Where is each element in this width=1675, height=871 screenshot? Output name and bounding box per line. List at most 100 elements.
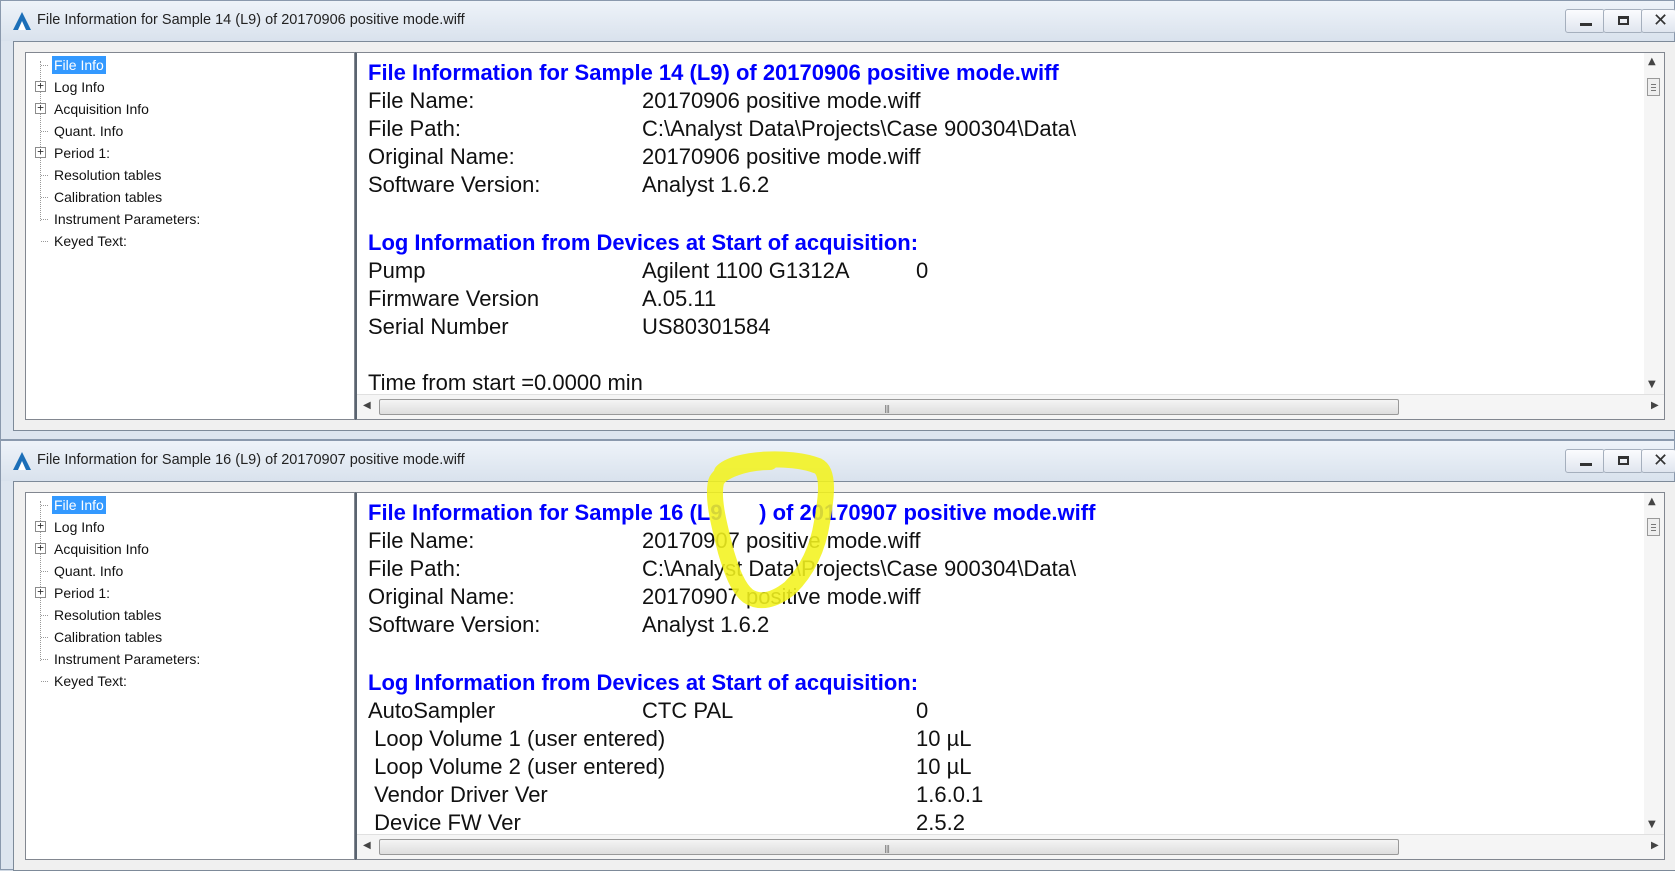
tree-item-period-1[interactable]: + Period 1: [26, 143, 354, 163]
title-bar[interactable]: File Information for Sample 16 (L9) of 2… [1, 441, 1675, 481]
expand-plus-icon[interactable]: + [35, 586, 46, 598]
field-label: File Path: [368, 556, 461, 581]
scroll-right-icon[interactable]: ▶ [1651, 400, 1659, 411]
tree-item-label: File Info [52, 56, 106, 74]
scroll-up-icon[interactable]: ▲ [1648, 496, 1656, 507]
tree-item-label: Keyed Text: [54, 673, 127, 689]
tree-item-calibration-tables[interactable]: Calibration tables [26, 187, 354, 207]
log-value: A.05.11 [642, 286, 717, 311]
expand-plus-icon[interactable]: + [35, 520, 46, 532]
horizontal-scrollbar[interactable]: ◀ ||| ▶ [357, 834, 1664, 859]
info-heading: File Information for Sample 14 (L9) of 2… [368, 60, 1059, 85]
field-value: 20170907 positive mode.wiff [642, 584, 921, 609]
tree-item-label: Log Info [54, 79, 105, 95]
app-logo-icon [13, 452, 31, 470]
tree-item-file-info[interactable]: File Info [26, 55, 354, 75]
log-extra: 0 [916, 258, 929, 283]
log-label: Vendor Driver Ver [368, 782, 548, 807]
scroll-down-icon[interactable]: ▼ [1648, 819, 1656, 830]
horizontal-scroll-thumb[interactable]: ||| [379, 839, 1399, 855]
field-label: File Path: [368, 116, 461, 141]
maximize-icon [1618, 456, 1629, 465]
log-label: AutoSampler [368, 698, 496, 723]
expand-plus-icon[interactable]: + [35, 542, 46, 554]
scroll-left-icon[interactable]: ◀ [363, 400, 371, 411]
scroll-down-icon[interactable]: ▼ [1648, 379, 1656, 390]
tree-item-file-info[interactable]: File Info [26, 495, 354, 515]
tree-branch [41, 65, 48, 66]
tree-item-resolution-tables[interactable]: Resolution tables [26, 605, 354, 625]
log-label: Loop Volume 2 (user entered) [368, 754, 666, 779]
tree-item-resolution-tables[interactable]: Resolution tables [26, 165, 354, 185]
info-content-pane[interactable]: File Information for Sample 14 (L9) of 2… [355, 52, 1665, 420]
vertical-scrollbar[interactable]: ▲ ▼ [1644, 53, 1664, 395]
minimize-button[interactable] [1565, 9, 1605, 33]
tree-branch [41, 131, 48, 132]
maximize-button[interactable] [1603, 449, 1643, 473]
field-value: 20170907 positive mode.wiff [642, 528, 921, 553]
info-content-pane[interactable]: File Information for Sample 16 (L9 ) of … [355, 492, 1665, 860]
vertical-scrollbar[interactable]: ▲ ▼ [1644, 493, 1664, 835]
tree-item-quant-info[interactable]: Quant. Info [26, 561, 354, 581]
window-title: File Information for Sample 16 (L9) of 2… [37, 452, 465, 468]
tree-item-log-info[interactable]: + Log Info [26, 77, 354, 97]
tree-item-label: Calibration tables [54, 629, 163, 645]
horizontal-scroll-thumb[interactable]: ||| [379, 399, 1399, 415]
tree-item-acquisition-info[interactable]: + Acquisition Info [26, 539, 354, 559]
expand-plus-icon[interactable]: + [35, 146, 46, 158]
log-extra: 1.6.0.1 [916, 782, 984, 807]
tree-item-instrument-parameters[interactable]: Instrument Parameters: [26, 209, 354, 229]
log-value: CTC PAL [642, 698, 734, 723]
info-tree: File Info + Log Info + Acquisition Info Qu… [25, 52, 355, 420]
scroll-left-icon[interactable]: ◀ [363, 840, 371, 851]
close-button[interactable]: ✕ [1641, 9, 1675, 33]
tree-item-label: Period 1: [54, 145, 111, 161]
file-info-window-1: File Information for Sample 14 (L9) of 2… [0, 0, 1675, 440]
vertical-scroll-thumb[interactable] [1647, 78, 1660, 96]
log-value: US80301584 [642, 314, 771, 339]
close-button[interactable]: ✕ [1641, 449, 1675, 473]
tree-item-label: Period 1: [54, 585, 111, 601]
tree-item-keyed-text[interactable]: Keyed Text: [26, 671, 354, 691]
log-label: Device FW Ver [368, 810, 521, 835]
tree-branch [41, 241, 48, 242]
maximize-button[interactable] [1603, 9, 1643, 33]
tree-item-label: Instrument Parameters: [54, 651, 201, 667]
tree-item-label: Quant. Info [54, 123, 124, 139]
scroll-right-icon[interactable]: ▶ [1651, 840, 1659, 851]
tree-item-acquisition-info[interactable]: + Acquisition Info [26, 99, 354, 119]
log-row: Serial Number US80301584 [368, 314, 770, 340]
expand-plus-icon[interactable]: + [35, 80, 46, 92]
client-area: File Info + Log Info + Acquisition Info Qu… [13, 41, 1675, 431]
time-from-start: Time from start =0.0000 min [368, 370, 643, 395]
tree-item-log-info[interactable]: + Log Info [26, 517, 354, 537]
tree-item-period-1[interactable]: + Period 1: [26, 583, 354, 603]
horizontal-scrollbar[interactable]: ◀ ||| ▶ [357, 394, 1664, 419]
vertical-scroll-thumb[interactable] [1647, 518, 1660, 536]
tree-branch [41, 681, 48, 682]
tree-item-calibration-tables[interactable]: Calibration tables [26, 627, 354, 647]
tree-item-keyed-text[interactable]: Keyed Text: [26, 231, 354, 251]
tree-item-quant-info[interactable]: Quant. Info [26, 121, 354, 141]
maximize-icon [1618, 16, 1629, 25]
info-tree: File Info + Log Info + Acquisition Info Qu… [25, 492, 355, 860]
expand-plus-icon[interactable]: + [35, 102, 46, 114]
field-value: Analyst 1.6.2 [642, 612, 770, 637]
tree-item-instrument-parameters[interactable]: Instrument Parameters: [26, 649, 354, 669]
field-value: Analyst 1.6.2 [642, 172, 770, 197]
minimize-button[interactable] [1565, 449, 1605, 473]
field-label: Software Version: [368, 612, 541, 637]
tree-branch [41, 175, 48, 176]
info-heading: File Information for Sample 16 (L9 ) of … [368, 500, 1096, 525]
log-row: Loop Volume 1 (user entered) 10 µL [368, 726, 971, 752]
window-title: File Information for Sample 14 (L9) of 2… [37, 12, 465, 28]
field-value: 20170906 positive mode.wiff [642, 88, 921, 113]
scroll-up-icon[interactable]: ▲ [1648, 56, 1656, 67]
field-row: Original Name: 20170906 positive mode.wif… [368, 144, 920, 170]
log-row: Vendor Driver Ver 1.6.0.1 [368, 782, 983, 808]
title-bar[interactable]: File Information for Sample 14 (L9) of 2… [1, 1, 1675, 41]
tree-branch [41, 637, 48, 638]
log-extra: 10 µL [916, 754, 972, 779]
field-row: Software Version: Analyst 1.6.2 [368, 172, 769, 198]
field-label: File Name: [368, 528, 475, 553]
